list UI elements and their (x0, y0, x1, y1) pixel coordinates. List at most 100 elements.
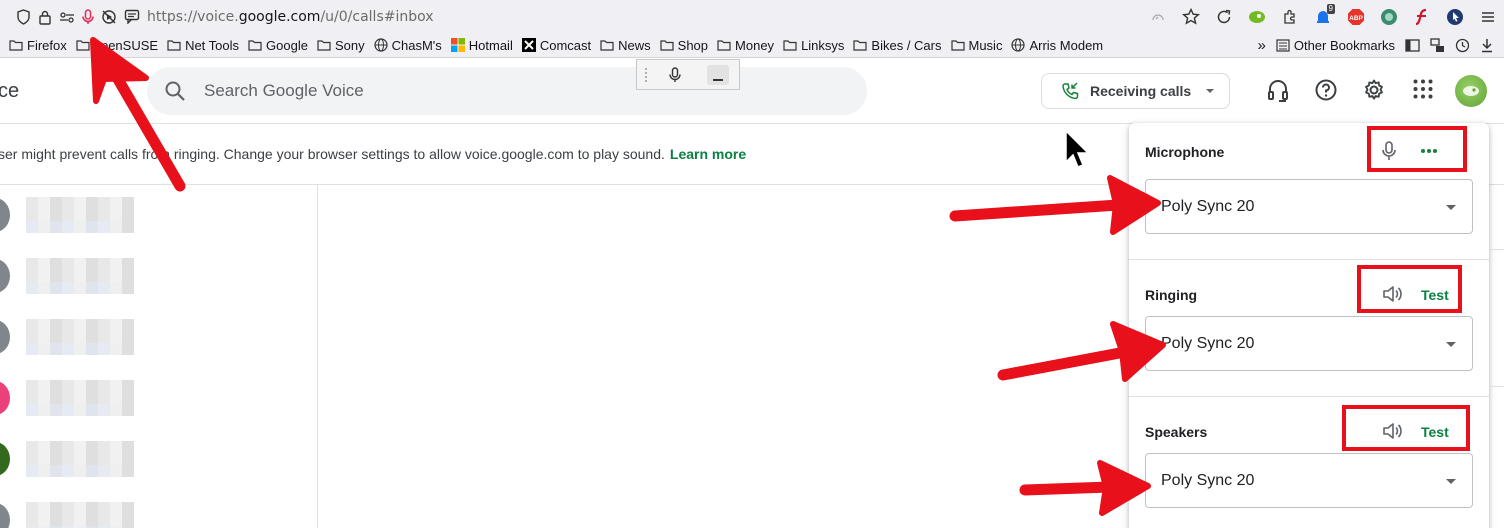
lock-icon[interactable] (38, 9, 52, 25)
cursor-extension-icon[interactable] (1438, 0, 1471, 33)
annotation-arrow-shaft (1019, 481, 1116, 496)
bookmarks-folder-icon (1276, 39, 1290, 52)
folder-icon (950, 40, 965, 51)
bookmark-bikes-cars[interactable]: Bikes / Cars (853, 38, 942, 53)
avatar (0, 320, 10, 354)
chevron-double-right-icon[interactable]: » (1258, 37, 1266, 54)
bookmark-news[interactable]: News (600, 38, 651, 53)
caret-down-icon (1206, 89, 1215, 93)
bookmark-firefox[interactable]: Firefox (9, 38, 67, 53)
bookmark-linksys[interactable]: Linksys (783, 38, 844, 53)
flash-extension-icon[interactable] (1405, 0, 1438, 33)
extensions-puzzle-icon[interactable] (1273, 0, 1306, 33)
bookmark-google[interactable]: Google (248, 38, 308, 53)
bookmark-shop[interactable]: Shop (660, 38, 708, 53)
ringing-device-select[interactable]: Poly Sync 20 (1145, 316, 1473, 371)
menu-hamburger-icon[interactable] (1471, 0, 1504, 33)
avatar (0, 442, 10, 476)
list-item[interactable] (0, 490, 317, 528)
bookmark-hotmail[interactable]: Hotmail (450, 38, 513, 53)
svg-text:ABP: ABP (1349, 15, 1363, 22)
adblock-plus-icon[interactable]: ABP (1339, 0, 1372, 33)
list-divider (317, 185, 318, 528)
bookmark-star-icon[interactable] (1174, 0, 1207, 33)
history-clock-icon[interactable] (1455, 38, 1470, 53)
microphone-active-icon[interactable] (82, 8, 94, 25)
avatar (0, 198, 10, 232)
apps-grid-icon[interactable] (1412, 78, 1434, 100)
bookmark-comcast[interactable]: Comcast (521, 38, 591, 53)
annotation-arrow-shaft (949, 199, 1124, 222)
speakers-section-title: Speakers (1145, 424, 1208, 440)
ringing-device-value: Poly Sync 20 (1161, 335, 1255, 352)
speakers-device-select[interactable]: Poly Sync 20 (1145, 453, 1473, 508)
microphone-device-select[interactable]: Poly Sync 20 (1145, 179, 1473, 234)
speakers-device-value: Poly Sync 20 (1161, 472, 1255, 489)
sidebar-icon[interactable] (1405, 39, 1420, 52)
page-action-icon[interactable] (1141, 0, 1174, 33)
folder-icon (600, 40, 614, 51)
banner-message: ser might prevent calls from ringing. Ch… (0, 146, 747, 162)
opensuse-extension-icon[interactable] (1240, 0, 1273, 33)
microphone-device-value: Poly Sync 20 (1161, 198, 1255, 215)
list-item[interactable] (0, 246, 317, 307)
bookmark-chasms[interactable]: ChasM's (373, 38, 442, 53)
screen: https://voice.google.com/u/0/calls#inbox… (0, 0, 1504, 528)
reload-icon[interactable] (1207, 0, 1240, 33)
background-divider (1489, 386, 1504, 387)
bookmark-arris-modem[interactable]: Arris Modem (1011, 38, 1103, 53)
bookmark-money[interactable]: Money (717, 38, 774, 53)
avatar (0, 381, 10, 415)
screenshot-icon[interactable] (1430, 38, 1445, 53)
microphone-icon[interactable] (669, 66, 681, 83)
url-bar-left-icons (0, 8, 140, 25)
reader-message-icon[interactable] (124, 9, 140, 24)
receiving-calls-dropdown[interactable]: Receiving calls (1041, 73, 1230, 109)
list-item[interactable] (0, 429, 317, 490)
bookmark-music[interactable]: Music (950, 38, 1002, 53)
list-item[interactable] (0, 307, 317, 368)
permissions-icon[interactable] (59, 10, 75, 24)
search-bar[interactable]: Search Google Voice (147, 67, 867, 115)
redacted-contact-info (26, 441, 134, 477)
list-item[interactable] (0, 185, 317, 246)
bookmark-opensuse[interactable]: openSUSE (76, 38, 158, 53)
avatar (0, 503, 10, 528)
avatar (0, 259, 10, 293)
url-text[interactable]: https://voice.google.com/u/0/calls#inbox (147, 9, 434, 25)
app-header: ce Search Google Voice Receiving calls (0, 58, 1504, 124)
extension-badge: 9 (1326, 4, 1335, 14)
minimize-button[interactable] (707, 64, 729, 85)
drag-handle-icon[interactable] (643, 66, 649, 84)
other-bookmarks[interactable]: Other Bookmarks (1276, 38, 1395, 53)
toolbar-right-icons: 9 ABP (1141, 0, 1504, 33)
download-icon[interactable] (1480, 38, 1494, 53)
learn-more-link[interactable]: Learn more (670, 146, 746, 162)
autoplay-blocked-icon[interactable] (101, 9, 117, 25)
search-input[interactable]: Search Google Voice (204, 81, 364, 101)
annotation-arrow-shaft (997, 346, 1131, 381)
app-title[interactable]: ce (0, 80, 19, 103)
windows-logo-icon (450, 38, 465, 52)
sync-extension-icon[interactable] (1372, 0, 1405, 33)
browser-url-bar[interactable]: https://voice.google.com/u/0/calls#inbox… (0, 0, 1504, 33)
gear-icon[interactable] (1362, 78, 1386, 102)
headset-icon[interactable] (1266, 78, 1290, 104)
search-icon[interactable] (164, 80, 186, 102)
notifier-extension-icon[interactable]: 9 (1306, 0, 1339, 33)
shield-icon[interactable] (16, 8, 31, 25)
folder-icon (783, 40, 797, 51)
list-item[interactable] (0, 368, 317, 429)
folder-icon (853, 40, 868, 51)
folder-icon (9, 40, 23, 51)
bookmark-net-tools[interactable]: Net Tools (167, 38, 239, 53)
chameleon-logo-icon (1463, 86, 1479, 96)
device-settings-panel: Microphone Poly Sync 20 Ringing Test Pol… (1129, 123, 1489, 528)
sharing-indicator-toolbar[interactable] (636, 59, 740, 90)
redacted-contact-info (26, 380, 134, 416)
account-avatar[interactable] (1455, 75, 1487, 107)
section-divider (1129, 396, 1489, 397)
receiving-calls-label: Receiving calls (1090, 83, 1192, 99)
bookmark-sony[interactable]: Sony (317, 38, 365, 53)
help-icon[interactable] (1314, 78, 1338, 102)
